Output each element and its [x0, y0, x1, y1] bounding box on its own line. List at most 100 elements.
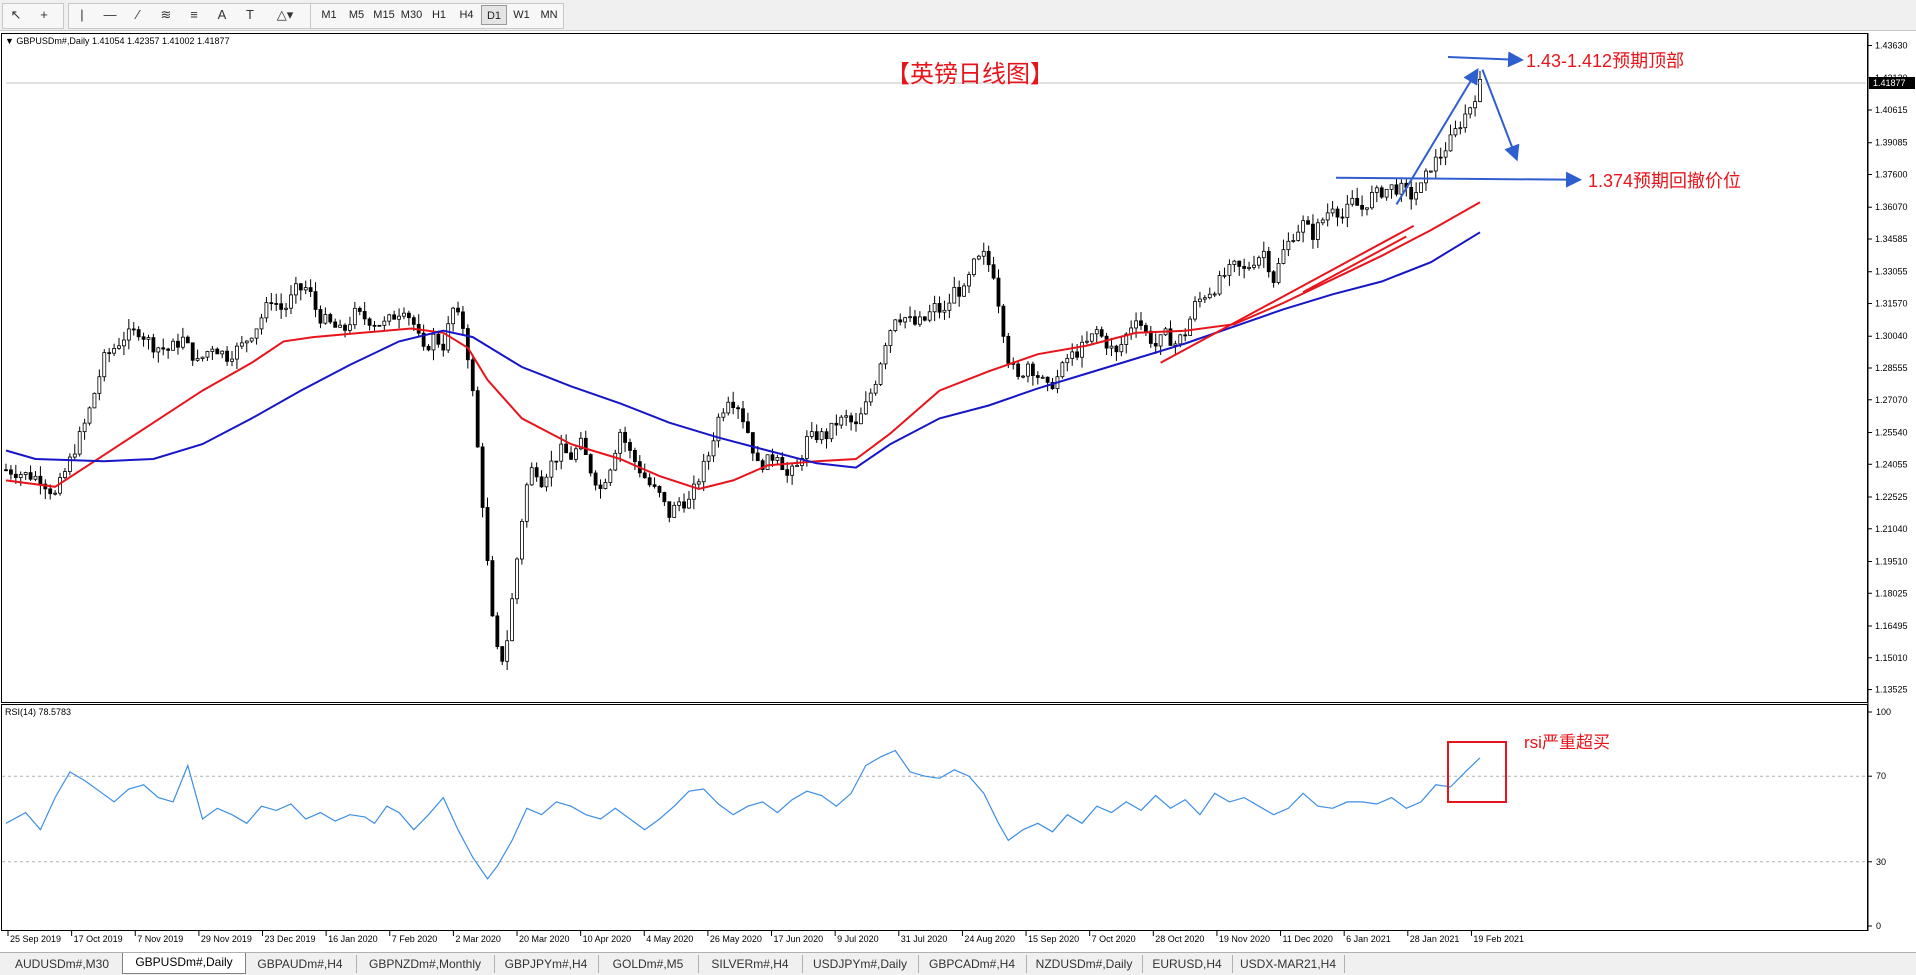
- candle-body: [141, 336, 146, 340]
- tab-nzdusdm-daily[interactable]: NZDUSDm#,Daily: [1026, 955, 1143, 973]
- candles-layer: [4, 70, 1482, 670]
- candle-body: [878, 363, 883, 385]
- candle-body: [913, 316, 917, 325]
- candle-body: [510, 598, 514, 642]
- price-tick-label: 1.21040: [1875, 524, 1908, 534]
- candle-body: [436, 333, 441, 345]
- candle-body: [239, 342, 244, 347]
- candle-body: [554, 460, 559, 463]
- tab-gbpaudm-h4[interactable]: GBPAUDm#,H4: [244, 955, 357, 973]
- candle-body: [583, 437, 588, 455]
- candle-body: [1320, 219, 1325, 224]
- candle-body: [1443, 150, 1448, 158]
- tab-gbpcadm-h4[interactable]: GBPCADm#,H4: [918, 955, 1027, 973]
- price-tick-label: 1.43630: [1875, 40, 1908, 50]
- candle-body: [225, 350, 230, 362]
- candle-body: [136, 329, 141, 338]
- candle-body: [333, 321, 338, 328]
- candle-body: [451, 307, 456, 325]
- pullback-label: 1.374预期回撤价位: [1588, 171, 1741, 191]
- candle-body: [883, 345, 888, 365]
- date-tick-label: 17 Oct 2019: [74, 934, 123, 944]
- candle-body: [1089, 333, 1094, 342]
- candle-body: [470, 359, 475, 392]
- candle-body: [289, 294, 293, 309]
- candle-body: [593, 472, 598, 486]
- candle-body: [849, 415, 853, 423]
- candle-body: [750, 432, 755, 454]
- price-tick-label: 1.19510: [1875, 557, 1908, 567]
- candle-body: [1257, 257, 1261, 266]
- tab-gbpusdm-daily[interactable]: GBPUSDm#,Daily: [122, 953, 246, 974]
- candle-body: [220, 350, 225, 355]
- candle-body: [687, 498, 691, 509]
- candle-body: [1222, 274, 1227, 277]
- tab-audusdm-m30[interactable]: AUDUSDm#,M30: [2, 955, 123, 973]
- top-zone-arrow: [1447, 51, 1524, 68]
- candle-body: [942, 309, 947, 313]
- candle-body: [33, 475, 38, 480]
- candle-body: [1463, 113, 1468, 129]
- candle-body: [1370, 192, 1374, 209]
- date-tick-label: 7 Oct 2020: [1092, 934, 1136, 944]
- date-tick-label: 2 Mar 2020: [455, 934, 501, 944]
- price-tick-label: 1.37600: [1875, 169, 1908, 179]
- candle-body: [18, 474, 23, 478]
- tab-usdx-mar21-h4[interactable]: USDX-MAR21,H4: [1232, 955, 1345, 973]
- tab-eurusd-h4[interactable]: EURUSD,H4: [1142, 955, 1233, 973]
- candle-body: [917, 316, 922, 325]
- candle-body: [701, 460, 706, 483]
- candle-body: [981, 250, 986, 257]
- tab-silverm-h4[interactable]: SILVERm#,H4: [698, 955, 803, 973]
- candle-body: [28, 472, 33, 480]
- candle-body: [1276, 263, 1281, 283]
- candle-body: [1045, 376, 1050, 383]
- candle-body: [603, 482, 608, 489]
- candle-body: [613, 452, 618, 471]
- candle-body: [1198, 298, 1202, 302]
- chart-tabs: AUDUSDm#,M30 GBPUSDm#,Daily GBPAUDm#,H4 GBP…: [0, 952, 1916, 975]
- candle-body: [903, 317, 908, 323]
- date-tick-label: 17 Jun 2020: [774, 934, 824, 944]
- candle-body: [1355, 197, 1360, 206]
- date-tick-label: 26 May 2020: [710, 934, 762, 944]
- tab-gbpjpym-h4[interactable]: GBPJPYm#,H4: [494, 955, 599, 973]
- candle-body: [908, 316, 912, 319]
- candle-body: [372, 324, 377, 327]
- candle-body: [524, 484, 529, 522]
- tab-usdjpym-daily[interactable]: USDJPYm#,Daily: [802, 955, 919, 973]
- tab-gbpnzdm-monthly[interactable]: GBPNZDm#,Monthly: [356, 955, 495, 973]
- candle-body: [431, 333, 436, 351]
- candle-body: [608, 469, 613, 483]
- candle-body: [1306, 220, 1310, 225]
- date-tick-label: 11 Dec 2020: [1283, 934, 1333, 944]
- candle-body: [1311, 223, 1315, 240]
- candle-body: [888, 330, 893, 347]
- candle-body: [1006, 335, 1011, 364]
- candle-body: [1202, 297, 1207, 300]
- candle-body: [1026, 363, 1030, 377]
- rsi-line: [5, 749, 1481, 880]
- candle-body: [1085, 340, 1089, 343]
- candle-body: [102, 352, 107, 378]
- candle-body: [4, 469, 8, 472]
- candle-body: [230, 358, 234, 362]
- candle-body: [795, 465, 799, 467]
- candle-body: [598, 484, 603, 489]
- candle-body: [171, 340, 175, 351]
- candle-body: [357, 307, 362, 312]
- candle-body: [112, 348, 116, 354]
- date-tick-label: 7 Nov 2019: [137, 934, 183, 944]
- tab-goldm-m5[interactable]: GOLDm#,M5: [598, 955, 699, 973]
- candle-body: [92, 392, 97, 409]
- date-tick-label: 9 Jul 2020: [837, 934, 879, 944]
- candle-body: [741, 408, 745, 423]
- current-price-label: 1.41877: [1873, 78, 1906, 88]
- candle-body: [819, 431, 824, 441]
- candle-body: [505, 640, 510, 662]
- candle-body: [957, 286, 962, 297]
- candle-body: [500, 646, 505, 662]
- candle-body: [382, 320, 387, 326]
- candle-body: [48, 488, 53, 495]
- candle-body: [293, 283, 298, 296]
